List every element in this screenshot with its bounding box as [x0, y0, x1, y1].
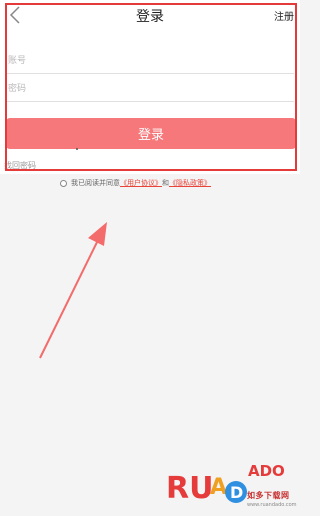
svg-text:ADO: ADO	[248, 462, 285, 480]
agreement-conjunction: 和	[162, 179, 169, 187]
annotation-highlight-box	[5, 3, 297, 171]
watermark-url: www.ruandado.com	[247, 502, 297, 508]
agreement-row: 我已阅读并同意 《用户协议》 和 《隐私政策》	[60, 177, 211, 189]
agreement-prefix: 我已阅读并同意	[71, 179, 120, 187]
agreement-radio[interactable]	[60, 179, 67, 187]
svg-text:D: D	[230, 483, 243, 502]
watermark-subtitle: 如多下载网	[247, 491, 290, 500]
svg-text:A: A	[210, 475, 227, 500]
svg-text:RU: RU	[166, 471, 213, 506]
privacy-policy-link[interactable]: 《隐私政策》	[169, 178, 211, 188]
user-agreement-link[interactable]: 《用户协议》	[120, 178, 162, 188]
